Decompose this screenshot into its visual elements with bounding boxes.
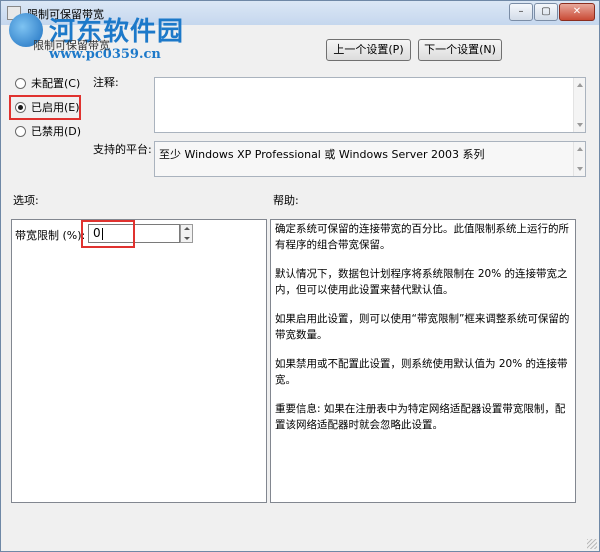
policy-setting-window: 限制可保留带宽 – ▢ ✕ 河东软件园 www.pc0359.cn 限制可保留带… — [0, 0, 600, 552]
scroll-down-icon[interactable] — [577, 123, 583, 127]
comment-scrollbar[interactable] — [573, 78, 585, 132]
spin-up-icon[interactable] — [184, 227, 190, 230]
help-label: 帮助: — [273, 194, 299, 207]
maximize-button[interactable]: ▢ — [534, 3, 558, 21]
scroll-up-icon[interactable] — [577, 83, 583, 87]
platform-box: 至少 Windows XP Professional 或 Windows Ser… — [154, 141, 586, 177]
help-paragraph: 确定系统可保留的连接带宽的百分比。此值限制系统上运行的所有程序的组合带宽保留。 — [275, 223, 569, 251]
radio-button[interactable] — [15, 126, 26, 137]
bandwidth-spinner[interactable] — [180, 224, 193, 243]
options-panel — [11, 219, 267, 503]
help-paragraph: 如果启用此设置，则可以使用“带宽限制”框来调整系统可保留的带宽数量。 — [275, 313, 570, 341]
close-button[interactable]: ✕ — [559, 3, 595, 21]
highlight-box-bandwidth — [81, 220, 135, 248]
radio-label: 未配置(C) — [31, 77, 81, 90]
options-label: 选项: — [13, 194, 39, 207]
minimize-button[interactable]: – — [509, 3, 533, 21]
platform-scrollbar[interactable] — [573, 142, 585, 176]
spin-down-icon[interactable] — [184, 237, 190, 240]
scroll-up-icon[interactable] — [577, 147, 583, 151]
highlight-box-enabled — [9, 95, 81, 120]
comment-textarea[interactable] — [154, 77, 586, 133]
setting-name: 限制可保留带宽 — [33, 39, 110, 52]
resize-grip-icon[interactable] — [587, 539, 597, 549]
next-setting-button[interactable]: 下一个设置(N) — [418, 39, 502, 61]
help-panel: 确定系统可保留的连接带宽的百分比。此值限制系统上运行的所有程序的组合带宽保留。 … — [270, 219, 576, 503]
platform-label: 支持的平台: — [93, 143, 152, 156]
comment-label: 注释: — [93, 76, 119, 89]
help-paragraph: 重要信息: 如果在注册表中为特定网络适配器设置带宽限制，配置该网络适配器时就会忽… — [275, 403, 566, 431]
bandwidth-limit-label: 带宽限制 (%): — [15, 229, 86, 242]
previous-setting-button[interactable]: 上一个设置(P) — [326, 39, 411, 61]
help-paragraph: 默认情况下，数据包计划程序将系统限制在 20% 的连接带宽之内，但可以使用此设置… — [275, 268, 568, 296]
radio-button[interactable] — [15, 78, 26, 89]
help-paragraph: 如果禁用或不配置此设置，则系统使用默认值为 20% 的连接带宽。 — [275, 358, 568, 386]
help-text: 确定系统可保留的连接带宽的百分比。此值限制系统上运行的所有程序的组合带宽保留。 … — [275, 222, 571, 447]
platform-value: 至少 Windows XP Professional 或 Windows Ser… — [159, 148, 485, 161]
scroll-down-icon[interactable] — [577, 167, 583, 171]
radio-label: 已禁用(D) — [31, 125, 82, 138]
